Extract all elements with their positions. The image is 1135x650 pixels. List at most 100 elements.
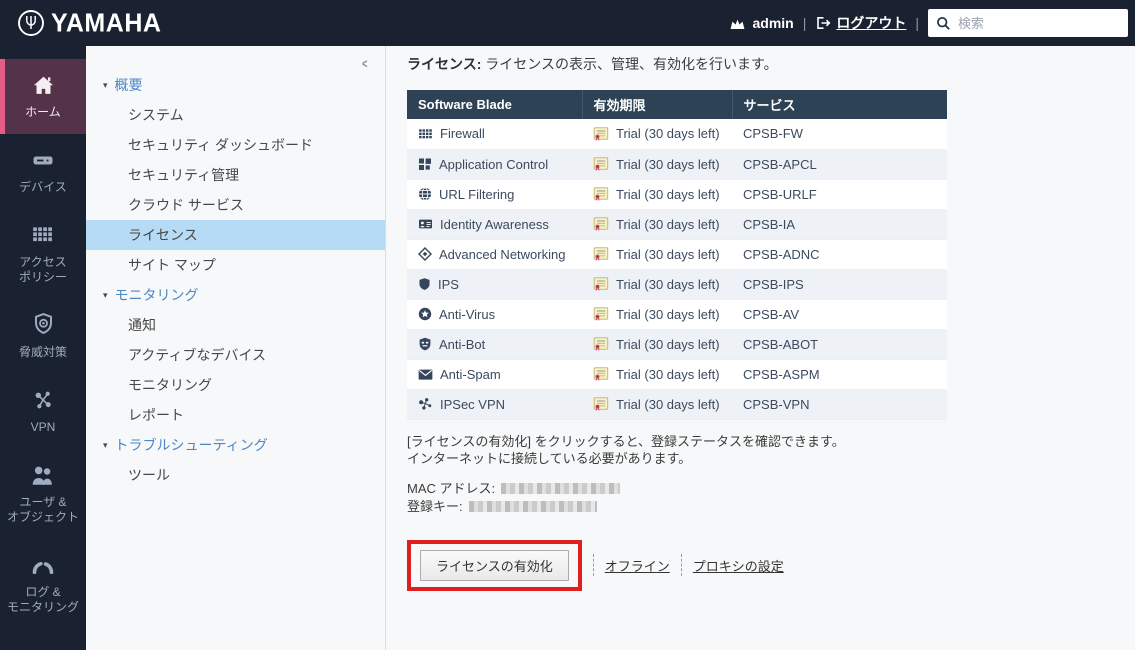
expiry-cell: Trial (30 days left): [582, 179, 732, 209]
collapse-nav-icon[interactable]: <: [363, 56, 368, 71]
blade-row-url-filtering: URL Filtering Trial (30 days left)CPSB-UR…: [407, 179, 947, 209]
expiry-text: Trial (30 days left): [616, 367, 720, 382]
sidebar-item-access-policy[interactable]: アクセスポリシー: [0, 209, 86, 299]
yamaha-tuning-fork-icon: [16, 8, 46, 38]
nav-item[interactable]: アクティブなデバイス: [86, 340, 385, 370]
sidebar-item-label: アクセスポリシー: [19, 255, 67, 285]
blade-cell: Anti-Spam: [407, 359, 582, 389]
blade-name: Anti-Virus: [439, 307, 495, 322]
column-header-blade: Software Blade: [407, 90, 582, 119]
activation-note: [ライセンスの有効化] をクリックすると、登録ステータスを確認できます。 インタ…: [407, 433, 1135, 467]
blade-name: Application Control: [439, 157, 548, 172]
sidebar-item-device[interactable]: デバイス: [0, 134, 86, 209]
ips-icon: [418, 277, 431, 291]
blade-cell: Anti-Bot: [407, 329, 582, 359]
sidebar-item-log-monitoring[interactable]: ログ &モニタリング: [0, 539, 86, 629]
expiry-cell: Trial (30 days left): [582, 269, 732, 299]
blade-row-anti-bot: Anti-BotTrial (30 days left)CPSB-ABOT: [407, 329, 947, 359]
expiry-text: Trial (30 days left): [616, 307, 720, 322]
blade-name: Firewall: [440, 126, 485, 141]
nav-item[interactable]: レポート: [86, 400, 385, 430]
nav-group-label: モニタリング: [115, 285, 199, 305]
blade-row-application-control: Application Control Trial (30 days left)C…: [407, 149, 947, 179]
nav-item[interactable]: サイト マップ: [86, 250, 385, 280]
nav-group-header[interactable]: ▾モニタリング: [86, 280, 385, 310]
blade-name: IPS: [438, 277, 459, 292]
note-line-2: インターネットに接続している必要があります。: [407, 450, 1135, 467]
service-cell: CPSB-VPN: [732, 389, 947, 419]
license-certificate-icon: [593, 186, 609, 202]
expiry-text: Trial (30 days left): [616, 337, 720, 352]
logout-link[interactable]: ログアウト: [815, 13, 906, 33]
blade-name: URL Filtering: [439, 187, 514, 202]
service-cell: CPSB-IPS: [732, 269, 947, 299]
blade-cell: Application Control: [407, 149, 582, 179]
identity-awareness-icon: [418, 217, 433, 231]
sidebar-item-threat-prevention[interactable]: 脅威対策: [0, 299, 86, 374]
license-certificate-icon: [593, 396, 609, 412]
nav-item[interactable]: 通知: [86, 310, 385, 340]
app-sidebar: ホームデバイスアクセスポリシー脅威対策 VPN ユーザ &オブジェクトログ &モニタ…: [0, 46, 86, 650]
users-objects-icon: [30, 462, 56, 488]
search-box[interactable]: [928, 9, 1128, 37]
service-cell: CPSB-URLF: [732, 179, 947, 209]
service-cell: CPSB-APCL: [732, 149, 947, 179]
link-proxy-settings[interactable]: プロキシの設定: [693, 556, 784, 575]
expiry-cell: Trial (30 days left): [582, 119, 732, 149]
table-header-row: Software Blade 有効期限 サービス: [407, 90, 947, 119]
triangle-down-icon: ▾: [103, 441, 108, 450]
license-certificate-icon: [593, 366, 609, 382]
main-content: ライセンス: ライセンスの表示、管理、有効化を行います。 Software Bl…: [386, 46, 1135, 650]
service-cell: CPSB-ADNC: [732, 239, 947, 269]
expiry-cell: Trial (30 days left): [582, 149, 732, 179]
blade-name: IPSec VPN: [440, 397, 505, 412]
sidebar-item-home[interactable]: ホーム: [0, 59, 86, 134]
sidebar-item-vpn[interactable]: VPN: [0, 374, 86, 449]
expiry-text: Trial (30 days left): [616, 126, 720, 141]
sidebar-item-label: デバイス: [19, 180, 67, 195]
sidebar-item-users-objects[interactable]: ユーザ &オブジェクト: [0, 449, 86, 539]
sidebar-item-label: 脅威対策: [19, 345, 67, 360]
nav-item[interactable]: セキュリティ ダッシュボード: [86, 130, 385, 160]
sidebar-item-label: VPN: [31, 420, 56, 435]
column-header-expiry: 有効期限: [582, 90, 732, 119]
nav-item[interactable]: セキュリティ管理: [86, 160, 385, 190]
expiry-cell: Trial (30 days left): [582, 389, 732, 419]
blade-cell: Firewall: [407, 119, 582, 149]
nav-group-header[interactable]: ▾概要: [86, 70, 385, 100]
blade-cell: URL Filtering: [407, 179, 582, 209]
expiry-text: Trial (30 days left): [616, 277, 720, 292]
nav-group-header[interactable]: ▾ トラブルシューティング: [86, 430, 385, 460]
nav-item[interactable]: クラウド サービス: [86, 190, 385, 220]
expiry-cell: Trial (30 days left): [582, 329, 732, 359]
blade-row-ipsec-vpn: IPSec VPN Trial (30 days left)CPSB-VPN: [407, 389, 947, 419]
access-policy-icon: [31, 222, 55, 248]
mac-address-row: MAC アドレス:: [407, 480, 1135, 498]
blade-row-advanced-networking: Advanced NetworkingTrial (30 days left)C…: [407, 239, 947, 269]
blade-cell: IPS: [407, 269, 582, 299]
blade-cell: Identity Awareness: [407, 209, 582, 239]
nav-item[interactable]: システム: [86, 100, 385, 130]
nav-item[interactable]: モニタリング: [86, 370, 385, 400]
nav-item[interactable]: ライセンス: [86, 220, 385, 250]
nav-group-label: トラブルシューティング: [115, 435, 268, 455]
crown-icon: [729, 17, 746, 30]
search-input[interactable]: [958, 16, 1134, 31]
blade-cell: Advanced Networking: [407, 239, 582, 269]
registration-key-label: 登録キー:: [407, 498, 463, 516]
sidebar-item-label: ログ &モニタリング: [7, 585, 79, 615]
nav-item[interactable]: ツール: [86, 460, 385, 490]
user-menu: admin: [729, 15, 793, 31]
license-certificate-icon: [593, 246, 609, 262]
actions-row: ライセンスの有効化 オフライン プロキシの設定: [407, 540, 1135, 591]
link-offline[interactable]: オフライン: [605, 556, 670, 575]
blade-row-firewall: FirewallTrial (30 days left)CPSB-FW: [407, 119, 947, 149]
logout-icon: [815, 15, 831, 31]
ipsec-vpn-icon: [418, 397, 433, 411]
activate-license-button[interactable]: ライセンスの有効化: [420, 550, 569, 581]
topbar: YAMAHA admin | ログアウト |: [0, 0, 1135, 46]
service-cell: CPSB-AV: [732, 299, 947, 329]
username: admin: [752, 15, 793, 31]
blade-row-ips: IPS Trial (30 days left) CPSB-IPS: [407, 269, 947, 299]
license-certificate-icon: [593, 126, 609, 142]
